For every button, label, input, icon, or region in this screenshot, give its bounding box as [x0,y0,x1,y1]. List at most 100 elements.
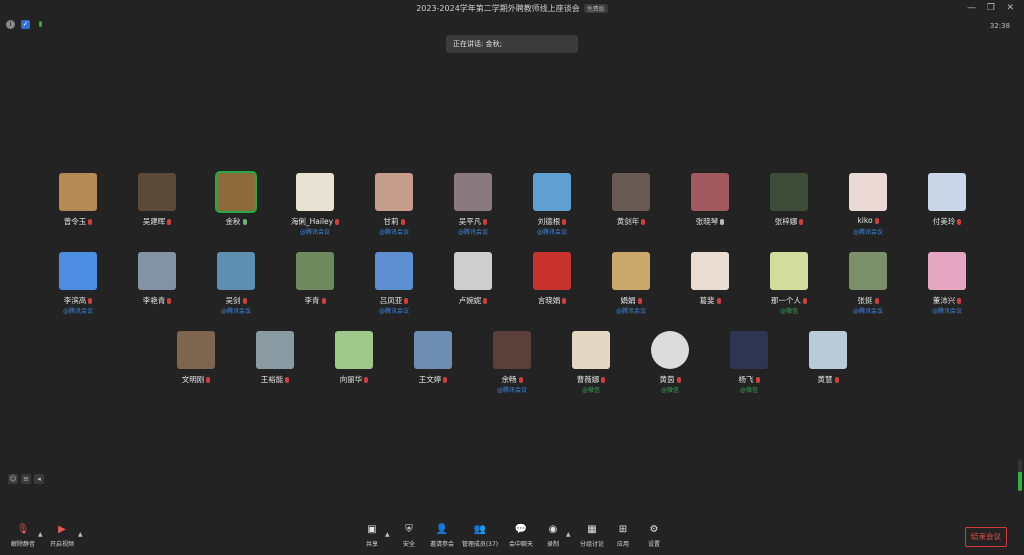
mic-status-icon [88,298,93,304]
mic-status-icon [799,219,804,225]
avatar [809,331,847,369]
mic-status-icon [562,298,567,304]
participant-name-text: 张挺 [857,296,873,305]
avatar [256,331,294,369]
avatar [493,331,531,369]
participant-tile[interactable]: 文明刚 [156,328,236,398]
join-source-label: @腾讯会议 [299,229,330,236]
participant-tile[interactable]: 张晓琴 [670,170,750,240]
participant-tile[interactable]: 王文婷 [393,328,473,398]
participant-tile[interactable]: 李滨高 @腾讯会议 [38,249,118,319]
participant-tile[interactable]: 董沛兴 @腾讯会议 [907,249,987,319]
participant-tile[interactable]: 余畅 @腾讯会议 [472,328,552,398]
join-source-label: @腾讯会议 [457,229,488,236]
participant-name-text: 海俐_Hailey [290,217,334,226]
participant-tile[interactable]: 付美玲 [907,170,987,240]
participant-name: 海俐_Hailey [275,216,355,227]
signal-icon[interactable]: ▮ [36,20,45,29]
participant-name-text: 甘莉 [383,217,399,226]
avatar [335,331,373,369]
mic-status-icon [167,219,172,225]
join-source-label: @腾讯会议 [852,308,883,315]
participant-tile[interactable]: 杨飞 @微信 [709,328,789,398]
start-video-button[interactable]: ▶ 开启视频 [43,524,81,548]
participant-tile[interactable]: 黄慧 [788,328,868,398]
participant-name-text: 付美玲 [932,217,956,226]
participant-name: 刘德根 [512,216,592,227]
avatar [375,173,413,211]
participant-name-text: 曾令玉 [63,217,87,226]
view-controls: ☺ ≡ ◂ [8,474,44,484]
avatar [730,331,768,369]
minimize-icon[interactable]: — [967,3,976,13]
participant-tile[interactable]: 那一个人 @微信 [749,249,829,319]
participant-tile[interactable]: 黄剑年 [591,170,671,240]
participant-tile[interactable]: 曹薇娜 @微信 [551,328,631,398]
avatar [138,252,176,290]
participant-tile[interactable]: 曾令玉 [38,170,118,240]
participant-tile[interactable]: 甘莉 @腾讯会议 [354,170,434,240]
participant-name-text: 余畅 [501,375,517,384]
info-icon[interactable]: i [6,20,15,29]
video-options-arrow[interactable]: ▲ [78,531,83,538]
restore-icon[interactable]: ❐ [987,3,995,13]
avatar [691,173,729,211]
participant-tile[interactable]: 张梓娜 [749,170,829,240]
share-options-arrow[interactable]: ▲ [385,531,390,538]
apps-icon: ⊞ [618,524,628,535]
mic-status-icon [601,377,606,383]
record-options-arrow[interactable]: ▲ [566,531,571,538]
avatar [612,173,650,211]
unmute-button[interactable]: 🎙 解除静音 [4,524,42,548]
close-icon[interactable]: ✕ [1006,3,1014,13]
participant-tile[interactable]: kiko @腾讯会议 [828,170,908,240]
participant-name: 文明刚 [156,374,236,385]
participant-name: 甘莉 [354,216,434,227]
shield-icon[interactable]: ✓ [21,20,30,29]
avatar [59,252,97,290]
join-source-label: @腾讯会议 [931,308,962,315]
avatar [849,173,887,211]
participant-tile[interactable]: 卢婉妮 [433,249,513,319]
avatar [533,173,571,211]
participant-tile[interactable]: 王裕能 [235,328,315,398]
invite-button[interactable]: 👤 邀请参会 [423,524,461,548]
participant-name-text: 黄剑年 [616,217,640,226]
participant-tile[interactable]: 李青 [275,249,355,319]
avatar [177,331,215,369]
meeting-timer: 32:38 [989,22,1010,30]
participant-tile[interactable]: 吕凤亚 @腾讯会议 [354,249,434,319]
participant-tile[interactable]: 金秋 [196,170,276,240]
emoji-icon[interactable]: ☺ [8,474,18,484]
collapse-icon[interactable]: ◂ [34,474,44,484]
join-source-label: @腾讯会议 [496,387,527,394]
participant-tile[interactable]: 吴平凡 @腾讯会议 [433,170,513,240]
participant-tile[interactable]: 吴剑 @腾讯会议 [196,249,276,319]
participant-name-text: 吴建晖 [142,217,166,226]
chat-bubble-icon[interactable]: ≡ [21,474,31,484]
join-source-label: @微信 [779,308,798,315]
shield-icon: ⛨ [405,524,413,535]
mic-options-arrow[interactable]: ▲ [38,531,43,538]
participant-tile[interactable]: 黄茵 @微信 [630,328,710,398]
end-meeting-button[interactable]: 结束会议 [965,527,1007,547]
participant-tile[interactable]: 言晓娟 [512,249,592,319]
meeting-title: 2023-2024学年第二学期外聘教师线上座谈会 免费版 [0,3,1024,14]
participant-tile[interactable]: 向丽华 [314,328,394,398]
participant-name: 杨飞 [709,374,789,385]
participant-tile[interactable]: 娟娟 @腾讯会议 [591,249,671,319]
participant-tile[interactable]: 海俐_Hailey @腾讯会议 [275,170,355,240]
participant-tile[interactable]: 张挺 @腾讯会议 [828,249,908,319]
join-source-label: @腾讯会议 [536,229,567,236]
settings-button[interactable]: ⚙ 设置 [635,524,673,548]
participant-name-text: 吕凤亚 [379,296,403,305]
participant-tile[interactable]: 吴建晖 [117,170,197,240]
participant-tile[interactable]: 李艳青 [117,249,197,319]
volume-level [1018,471,1022,491]
participant-name-text: 娟娟 [620,296,636,305]
participant-tile[interactable]: 葛斐 [670,249,750,319]
participant-tile[interactable]: 刘德根 @腾讯会议 [512,170,592,240]
avatar [533,252,571,290]
participant-name: 王裕能 [235,374,315,385]
manage-members-button[interactable]: 👥 管理成员(37) [461,524,499,548]
